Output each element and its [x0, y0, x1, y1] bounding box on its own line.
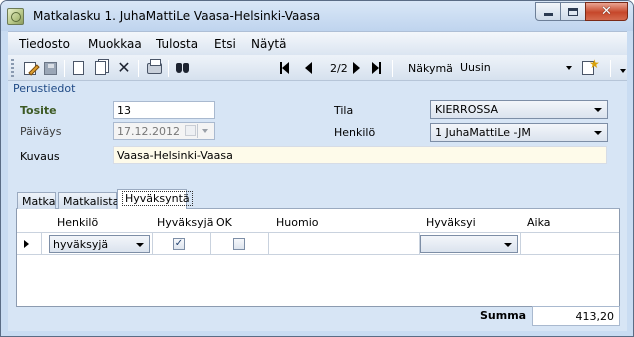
close-icon: ✕: [601, 4, 612, 19]
column-header-ok[interactable]: OK: [216, 216, 232, 229]
minimize-icon: [543, 13, 553, 16]
first-record-icon[interactable]: [280, 61, 289, 75]
ok-checkbox[interactable]: [233, 238, 245, 250]
app-icon: [7, 8, 24, 25]
maximize-button[interactable]: [560, 2, 586, 21]
status-label: Tila: [334, 104, 354, 117]
tab-hyvaksynta[interactable]: Hyväksyntä: [117, 189, 193, 209]
group-title: Perustiedot: [13, 82, 76, 95]
hyvaksyja-checkbox[interactable]: ✓: [173, 238, 185, 250]
print-icon[interactable]: [146, 58, 162, 76]
delete-icon[interactable]: ✕: [116, 60, 132, 76]
view-select-value: Uusin: [460, 61, 491, 74]
grid-divider: [210, 233, 211, 255]
copy-document-icon[interactable]: [92, 60, 108, 76]
tab-label: Matka: [22, 195, 56, 208]
desc-field[interactable]: Vaasa-Helsinki-Vaasa: [113, 146, 607, 164]
henkilo-cell[interactable]: hyväksyjä: [49, 235, 150, 253]
calendar-icon[interactable]: [185, 125, 196, 136]
window-title: Matkalasku 1. JuhaMattiLe Vaasa-Helsinki…: [33, 9, 321, 23]
save-icon[interactable]: [42, 60, 58, 76]
person-label: Henkilö: [334, 126, 376, 139]
sum-label: Summa: [480, 309, 527, 322]
find-icon[interactable]: [174, 60, 190, 76]
date-value: 17.12.2012: [117, 125, 180, 138]
grid-header: Henkilö Hyväksyjä OK Huomio Hyväksyi Aik…: [17, 209, 619, 233]
menu-nayta[interactable]: Näytä: [251, 37, 287, 51]
next-record-icon[interactable]: [353, 61, 360, 75]
toolbar-separator: [64, 60, 65, 77]
sum-field: 413,20: [532, 306, 620, 326]
minimize-button[interactable]: [535, 2, 561, 21]
chevron-down-icon: [566, 66, 572, 70]
record-counter: 2/2: [330, 62, 348, 75]
column-header-hyvaksyja[interactable]: Hyväksyjä: [157, 216, 213, 229]
last-record-icon[interactable]: [372, 61, 381, 75]
column-header-henkilo[interactable]: Henkilö: [57, 216, 98, 229]
toolbar-separator: [138, 60, 139, 77]
app-window: Matkalasku 1. JuhaMattiLe Vaasa-Helsinki…: [0, 0, 634, 337]
date-label: Päiväys: [20, 125, 62, 138]
previous-record-icon[interactable]: [305, 61, 312, 75]
date-field[interactable]: 17.12.2012: [113, 122, 215, 140]
close-button[interactable]: ✕: [585, 2, 628, 21]
menu-bar: Tiedosto Muokkaa Tulosta Etsi Näytä: [8, 31, 627, 55]
toolbar-separator: [168, 60, 169, 77]
chevron-down-icon: [136, 243, 144, 247]
toolbar-grip[interactable]: [11, 59, 14, 77]
desc-label: Kuvaus: [20, 150, 60, 163]
new-document-icon[interactable]: [70, 60, 86, 76]
toolbar-overflow-icon[interactable]: [620, 69, 626, 73]
grid-divider: [41, 233, 42, 255]
status-value: KIERROSSA: [435, 103, 499, 116]
person-value: 1 JuhaMattiLe -JM: [435, 126, 531, 139]
tab-matka[interactable]: Matka: [17, 192, 56, 209]
grid-divider: [152, 233, 153, 255]
title-bar[interactable]: Matkalasku 1. JuhaMattiLe Vaasa-Helsinki…: [1, 1, 633, 31]
column-header-huomio[interactable]: Huomio: [276, 216, 318, 229]
chevron-down-icon: [504, 243, 512, 247]
toolbar-separator: [610, 60, 611, 77]
tab-matkalista[interactable]: Matkalista: [58, 192, 120, 209]
menu-tiedosto[interactable]: Tiedosto: [19, 37, 70, 51]
tosite-label: Tosite: [20, 104, 57, 117]
tosite-field[interactable]: 13: [113, 101, 215, 119]
toolbar: ✕ 2/2 Näkymä Uusin ★: [8, 55, 627, 81]
grid-divider: [268, 233, 269, 255]
menu-etsi[interactable]: Etsi: [214, 37, 236, 51]
menu-muokkaa[interactable]: Muokkaa: [88, 37, 142, 51]
chevron-down-icon: [594, 131, 602, 135]
row-selector-icon[interactable]: [24, 240, 29, 248]
person-select[interactable]: 1 JuhaMattiLe -JM: [430, 123, 608, 142]
view-label: Näkymä: [408, 62, 453, 75]
column-header-hyvaksyi[interactable]: Hyväksyi: [426, 216, 476, 229]
edit-icon[interactable]: [22, 60, 38, 76]
view-settings-icon[interactable]: ★: [581, 58, 600, 76]
tab-label: Hyväksyntä: [122, 191, 193, 206]
henkilo-value: hyväksyjä: [53, 238, 109, 251]
grid-divider: [520, 233, 521, 255]
table-row[interactable]: hyväksyjä ✓: [17, 233, 619, 255]
menu-tulosta[interactable]: Tulosta: [156, 37, 198, 51]
tab-label: Matkalista: [63, 195, 120, 208]
chevron-down-icon[interactable]: [197, 124, 212, 138]
status-select[interactable]: KIERROSSA: [430, 100, 608, 119]
column-header-aika[interactable]: Aika: [527, 216, 551, 229]
hyvaksyi-cell[interactable]: [420, 235, 518, 253]
view-select[interactable]: Uusin: [456, 59, 576, 77]
chevron-down-icon: [594, 108, 602, 112]
approval-grid: Henkilö Hyväksyjä OK Huomio Hyväksyi Aik…: [16, 209, 620, 307]
toolbar-separator: [392, 60, 393, 77]
maximize-icon: [568, 7, 578, 16]
